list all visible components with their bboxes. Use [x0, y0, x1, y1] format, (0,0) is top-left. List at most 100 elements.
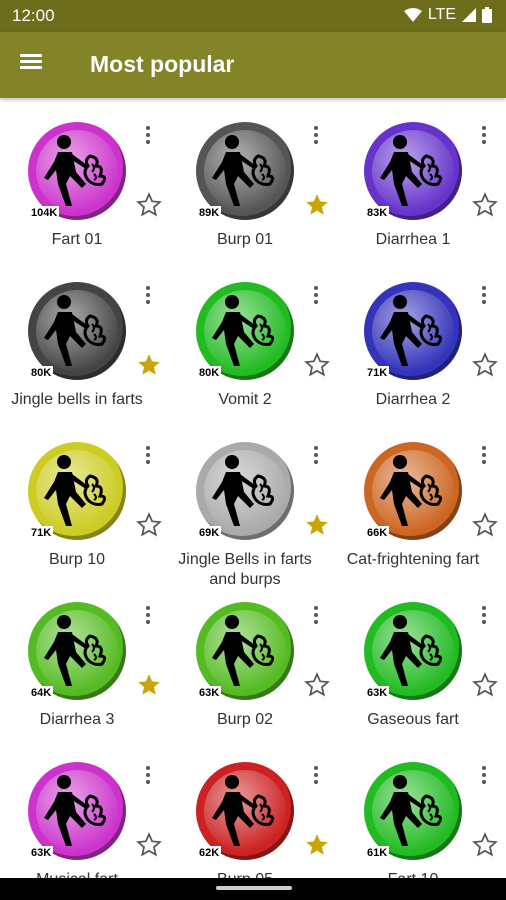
sound-label: Burp 05 — [168, 870, 322, 878]
navigation-bar — [0, 878, 506, 900]
hamburger-menu-icon[interactable] — [20, 51, 48, 79]
sound-tile[interactable]: 89K Burp 01 — [168, 106, 336, 266]
sound-tile[interactable]: 104K Fart 01 — [0, 106, 168, 266]
sound-label: Musical fart — [0, 870, 154, 878]
sound-label: Diarrhea 1 — [375, 231, 451, 248]
sound-tile[interactable]: 69K Jingle Bells in farts and burps — [168, 426, 336, 588]
favorite-star-filled-icon[interactable] — [304, 512, 330, 538]
play-count-badge: 66K — [365, 526, 390, 540]
network-type: LTE — [427, 6, 456, 23]
more-options-icon[interactable] — [476, 766, 492, 788]
more-options-icon[interactable] — [140, 126, 156, 148]
person-fart-icon — [212, 775, 275, 846]
more-options-icon[interactable] — [476, 126, 492, 148]
sound-label: Burp 02 — [216, 711, 274, 728]
person-fart-icon — [212, 455, 275, 526]
favorite-star-icon[interactable] — [136, 512, 162, 538]
play-count-badge: 63K — [365, 686, 390, 700]
sound-tile[interactable]: 83K Diarrhea 1 — [336, 106, 504, 266]
sound-label: Vomit 2 — [218, 391, 272, 408]
person-fart-icon — [212, 295, 275, 366]
play-count-badge: 61K — [365, 846, 390, 860]
status-icons: LTE — [403, 6, 492, 24]
more-options-icon[interactable] — [476, 446, 492, 468]
sound-tile[interactable]: 63K Burp 02 — [168, 586, 336, 746]
more-options-icon[interactable] — [308, 446, 324, 468]
person-fart-icon — [212, 135, 275, 206]
person-fart-icon — [44, 455, 107, 526]
play-count-badge: 71K — [365, 366, 390, 380]
favorite-star-icon[interactable] — [304, 672, 330, 698]
sound-label: Diarrhea 3 — [39, 711, 115, 728]
sound-label: Jingle bells in farts — [11, 391, 143, 408]
person-fart-icon — [44, 295, 107, 366]
more-options-icon[interactable] — [140, 446, 156, 468]
sound-label: Burp 10 — [48, 551, 106, 568]
more-options-icon[interactable] — [140, 606, 156, 628]
favorite-star-icon[interactable] — [472, 352, 498, 378]
play-count-badge: 71K — [29, 526, 54, 540]
sound-tile[interactable]: 61K Fart 10 — [336, 746, 504, 878]
sound-tile[interactable]: 71K Diarrhea 2 — [336, 266, 504, 426]
person-fart-icon — [212, 615, 275, 686]
more-options-icon[interactable] — [308, 126, 324, 148]
status-bar: 12:00 LTE — [0, 0, 506, 32]
sound-label: Cat-frightening fart — [346, 551, 480, 568]
sound-tile[interactable]: 71K Burp 10 — [0, 426, 168, 586]
sound-tile[interactable]: 62K Burp 05 — [168, 746, 336, 878]
favorite-star-icon[interactable] — [472, 832, 498, 858]
play-count-badge: 62K — [197, 846, 222, 860]
favorite-star-icon[interactable] — [472, 192, 498, 218]
sound-tile[interactable]: 80K Vomit 2 — [168, 266, 336, 426]
sound-label: Fart 10 — [336, 870, 490, 878]
play-count-badge: 104K — [29, 206, 60, 220]
favorite-star-icon[interactable] — [136, 832, 162, 858]
play-count-badge: 89K — [197, 206, 222, 220]
more-options-icon[interactable] — [140, 766, 156, 788]
signal-icon — [462, 8, 476, 22]
person-fart-icon — [44, 135, 107, 206]
more-options-icon[interactable] — [140, 286, 156, 308]
person-fart-icon — [380, 135, 443, 206]
favorite-star-icon[interactable] — [472, 512, 498, 538]
more-options-icon[interactable] — [308, 766, 324, 788]
favorite-star-icon[interactable] — [472, 672, 498, 698]
home-gesture-handle[interactable] — [216, 886, 292, 890]
person-fart-icon — [380, 455, 443, 526]
sound-label: Jingle Bells in farts and burps — [178, 551, 312, 588]
favorite-star-filled-icon[interactable] — [136, 352, 162, 378]
status-time: 12:00 — [12, 6, 55, 25]
more-options-icon[interactable] — [476, 606, 492, 628]
sound-tile[interactable]: 66K Cat-frightening fart — [336, 426, 504, 586]
sound-label: Gaseous fart — [367, 711, 459, 728]
wifi-icon — [403, 8, 422, 22]
more-options-icon[interactable] — [308, 606, 324, 628]
more-options-icon[interactable] — [308, 286, 324, 308]
person-fart-icon — [380, 615, 443, 686]
person-fart-icon — [380, 295, 443, 366]
sound-grid: 104K Fart 01 89K Burp 01 83K Diarrhea 1 80K Jin… — [0, 98, 506, 878]
app-bar: Most popular — [0, 32, 506, 98]
play-count-badge: 63K — [29, 846, 54, 860]
battery-icon — [482, 7, 492, 23]
more-options-icon[interactable] — [476, 286, 492, 308]
sound-label: Fart 01 — [51, 231, 103, 248]
person-fart-icon — [380, 775, 443, 846]
favorite-star-icon[interactable] — [136, 192, 162, 218]
favorite-star-filled-icon[interactable] — [304, 832, 330, 858]
sound-tile[interactable]: 63K Musical fart — [0, 746, 168, 878]
sound-tile[interactable]: 63K Gaseous fart — [336, 586, 504, 746]
favorite-star-filled-icon[interactable] — [304, 192, 330, 218]
sound-tile[interactable]: 80K Jingle bells in farts — [0, 266, 168, 426]
favorite-star-icon[interactable] — [304, 352, 330, 378]
page-title: Most popular — [90, 51, 235, 77]
sound-label: Burp 01 — [216, 231, 274, 248]
play-count-badge: 83K — [365, 206, 390, 220]
sound-tile[interactable]: 64K Diarrhea 3 — [0, 586, 168, 746]
favorite-star-filled-icon[interactable] — [136, 672, 162, 698]
person-fart-icon — [44, 615, 107, 686]
play-count-badge: 69K — [197, 526, 222, 540]
sound-label: Diarrhea 2 — [375, 391, 451, 408]
play-count-badge: 64K — [29, 686, 54, 700]
person-fart-icon — [44, 775, 107, 846]
